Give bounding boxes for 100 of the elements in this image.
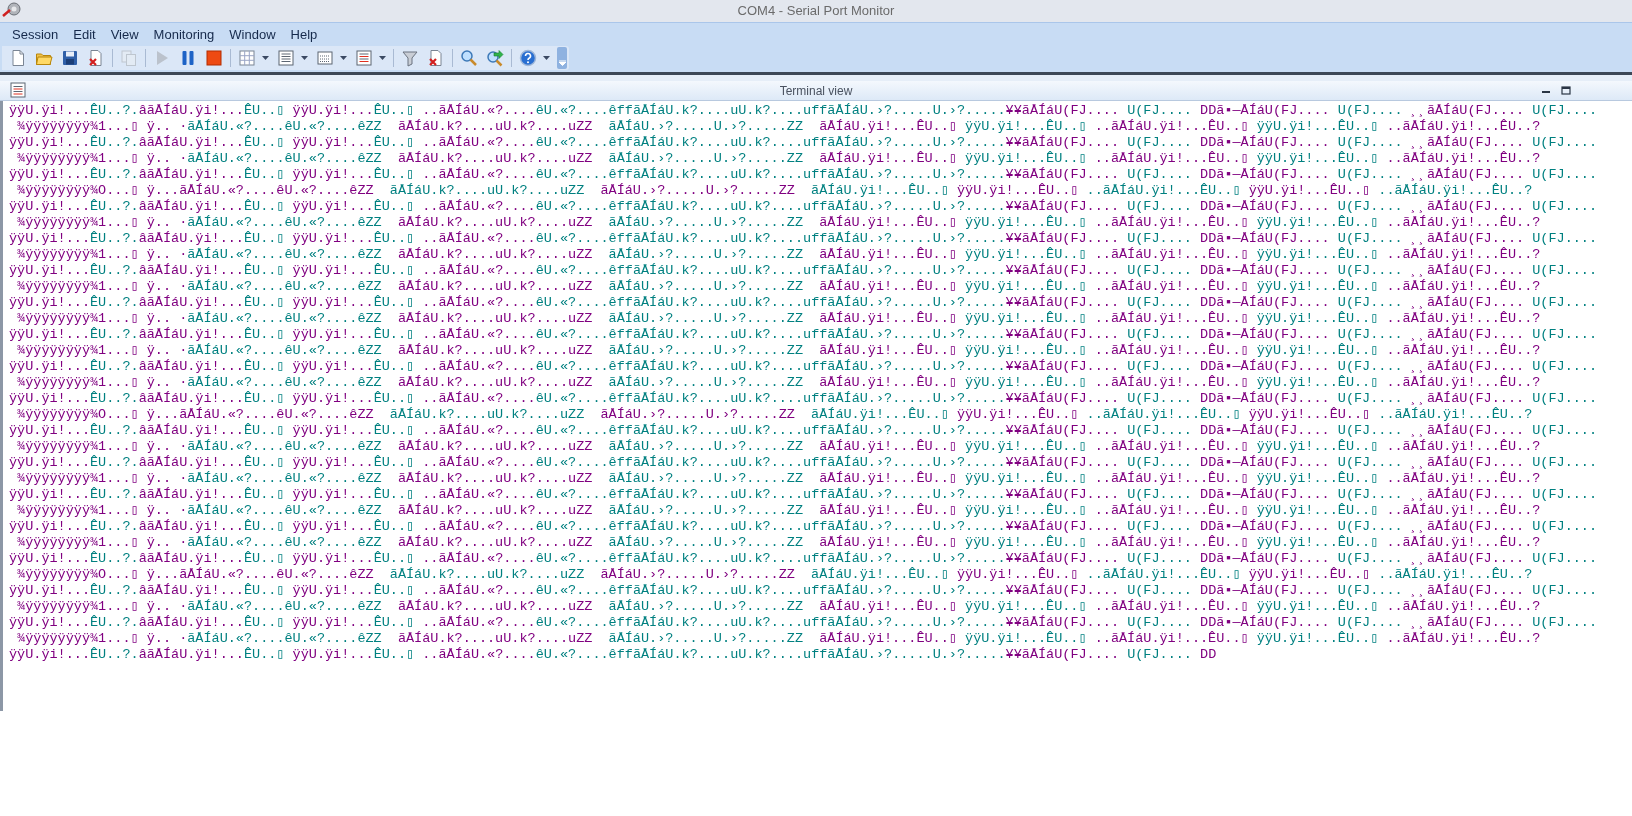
terminal-data: ¾ÿÿÿÿÿÿÿÿ¾1...▯ ÿ.. · (16, 535, 188, 551)
terminal-data: ãÅÍáU.k?....uU.k?....uZZ (397, 535, 594, 551)
terminal-data: DDã▪—ÅÍáU(FJ.... (1200, 487, 1331, 503)
terminal-data: ãÅÍáU.›?.....U.›?.....ZZ (608, 471, 804, 487)
terminal-data: êU.«?....êffãÅÍáU.k?....uU.k?....uffãÅÍáU.›?.....U.›?..... (535, 519, 1006, 535)
terminal-data: ¾ÿÿÿÿÿÿÿÿ¾1...▯ ÿ.. · (16, 311, 188, 327)
toolbar-button[interactable] (204, 49, 224, 67)
terminal-data: ..ãÅÍáU.ÿi!...ÊU..? (1386, 599, 1541, 615)
menu-item[interactable]: Monitoring (147, 24, 221, 45)
terminal-data: ÊU..▯ (373, 103, 415, 119)
terminal-data: êU.«?....êffãÅÍáU.k?....uU.k?....uffãÅÍáU.›?.....U.›?..... (535, 487, 1006, 503)
terminal-data: U(FJ.... (1532, 615, 1598, 631)
terminal-data: ÊU..▯ (243, 199, 285, 215)
terminal-data: ÊU..▯ (373, 167, 415, 183)
terminal-data: U(FJ.... (1127, 295, 1193, 311)
terminal-data: ÿÿU.ÿi!...ÊU..▯ (956, 567, 1080, 583)
terminal-data: ãÅÍáU.k?....uU.k?....uZZ (397, 375, 594, 391)
terminal-data: ¥¥ãÅÍáU(FJ.... (1005, 135, 1120, 151)
terminal-data: U(FJ.... (1127, 391, 1193, 407)
terminal-data: ÿÿU.ÿi!...ÊU..▯ (965, 439, 1088, 455)
terminal-data: ¥¥ãÅÍáU(FJ.... (1005, 551, 1120, 567)
terminal-data: ÊU..?. (90, 263, 139, 279)
terminal-data: ¸¸ãÅÍáU(FJ.... (1410, 231, 1526, 247)
restore-icon[interactable] (1560, 84, 1572, 96)
terminal-data: ãÅÍáU.k?....uU.k?....uZZ (397, 343, 594, 359)
toolbar-button[interactable] (60, 49, 80, 67)
terminal-data: ¥¥ãÅÍáU(FJ.... (1005, 455, 1120, 471)
menu-item[interactable]: Session (6, 24, 65, 45)
terminal-data: ¸¸ãÅÍáU(FJ.... (1410, 327, 1526, 343)
terminal-data: U(FJ.... (1337, 391, 1404, 407)
terminal-data: U(FJ.... (1337, 615, 1404, 631)
terminal-data: ¥¥ãÅÍáU(FJ.... (1005, 647, 1120, 663)
menu-item[interactable]: View (104, 24, 145, 45)
terminal-data: ¸¸ãÅÍáU(FJ.... (1410, 167, 1526, 183)
menu-item[interactable]: Window (223, 24, 282, 45)
terminal-data: ÿÿU.ÿi!... (9, 327, 90, 343)
terminal-data: ÊU..?. (90, 103, 139, 119)
terminal-data: ¥¥ãÅÍáU(FJ.... (1005, 615, 1120, 631)
terminal-data: ãÅÍáU.ÿi!...ÊU..▯ (819, 471, 958, 487)
terminal-data: ¸¸ãÅÍáU(FJ.... (1410, 263, 1526, 279)
terminal-data: ..ãÅÍáU.ÿi!...ÊU..? (1386, 535, 1541, 551)
terminal-data: êU.«?....êffãÅÍáU.k?....uU.k?....uffãÅÍáU.›?.....U.›?..... (535, 327, 1006, 343)
terminal-data: ÊU..▯ (243, 519, 285, 535)
terminal-data: ãÅÍáU.ÿi!...ÊU..▯ (819, 631, 958, 647)
terminal-data: ÊU..?. (90, 583, 139, 599)
terminal-data: âãÅÍáU.ÿi!... (138, 135, 244, 151)
text-lines-icon (277, 49, 295, 67)
terminal-data: DDã▪—ÅÍáU(FJ.... (1200, 327, 1331, 343)
terminal-data: ¥¥ãÅÍáU(FJ.... (1005, 263, 1120, 279)
terminal-data: U(FJ.... (1532, 551, 1598, 567)
toolbar-button[interactable] (276, 49, 309, 67)
terminal-data: êU.«?....êffãÅÍáU.k?....uU.k?....uffãÅÍáU.›?.....U.›?..... (535, 647, 1006, 663)
toolbar-overflow-button[interactable] (557, 47, 567, 69)
terminal-data: ¸¸ãÅÍáU(FJ.... (1410, 487, 1526, 503)
terminal-data: ÿÿU.ÿi!...ÊU..▯ (1248, 183, 1372, 199)
terminal-data: âãÅÍáU.ÿi!... (138, 551, 244, 567)
menu-item[interactable]: Edit (67, 24, 102, 45)
terminal-data: ..ãÅÍáU.«?.... (421, 295, 536, 311)
toolbar-button[interactable] (237, 49, 270, 67)
terminal-data: ãÅÍáU.«?....êU.«?....êZZ (187, 311, 383, 327)
terminal-data: âãÅÍáU.ÿi!... (138, 647, 244, 663)
menu-item[interactable]: Help (284, 24, 324, 45)
terminal-data: U(FJ.... (1127, 135, 1193, 151)
help-icon (519, 49, 537, 67)
toolbar-button[interactable] (315, 49, 348, 67)
terminal-data: ÊU..▯ (243, 647, 285, 663)
terminal-data: ÿÿU.ÿi!...ÊU..▯ (1256, 535, 1380, 551)
terminal-data: ÊU..?. (90, 615, 139, 631)
terminal-data: DDã▪—ÅÍáU(FJ.... (1200, 167, 1331, 183)
toolbar-button[interactable] (354, 49, 387, 67)
terminal-data: ãÅÍáU.›?.....U.›?.....ZZ (608, 247, 804, 263)
terminal-data: ÿÿU.ÿi!...ÊU..▯ (965, 119, 1088, 135)
toolbar-button[interactable] (518, 49, 551, 67)
terminal-data: U(FJ.... (1532, 423, 1598, 439)
terminal-data: ¸¸ãÅÍáU(FJ.... (1410, 455, 1526, 471)
terminal-data: U(FJ.... (1532, 135, 1598, 151)
terminal-data: U(FJ.... (1337, 167, 1404, 183)
terminal-data: ..ãÅÍáU.«?.... (421, 647, 536, 663)
terminal-data: ÊU..▯ (373, 487, 415, 503)
terminal-data: U(FJ.... (1127, 359, 1193, 375)
terminal-data: ¥¥ãÅÍáU(FJ.... (1005, 487, 1120, 503)
terminal-data: ãÅÍáU.ÿi!...ÊU..▯ (819, 439, 958, 455)
terminal-data: ¸¸ãÅÍáU(FJ.... (1410, 135, 1526, 151)
terminal-data: U(FJ.... (1337, 295, 1404, 311)
terminal-data: ÿÿU.ÿi!...ÊU..▯ (965, 151, 1088, 167)
terminal-data: ..ãÅÍáU.«?.... (421, 263, 536, 279)
terminal-data: ãÅÍáU.›?.....U.›?.....ZZ (608, 375, 804, 391)
terminal-data: U(FJ.... (1127, 231, 1193, 247)
terminal-data: U(FJ.... (1532, 231, 1598, 247)
terminal-data: DDã▪—ÅÍáU(FJ.... (1200, 295, 1331, 311)
document-delete-icon (87, 49, 105, 67)
panel-title: Terminal view (779, 82, 853, 100)
log-document-icon (355, 49, 373, 67)
terminal-data: ÊU..?. (90, 391, 139, 407)
terminal-data: U(FJ.... (1127, 487, 1193, 503)
terminal-data: ÊU..▯ (243, 167, 285, 183)
terminal-data: DDã▪—ÅÍáU(FJ.... (1200, 519, 1331, 535)
terminal-data: ãÅÍáU.ÿi!...ÊU..▯ (811, 183, 950, 199)
terminal-data: ÊU..▯ (243, 423, 285, 439)
terminal-data: ÿÿU.ÿi!...ÊU..▯ (956, 183, 1080, 199)
